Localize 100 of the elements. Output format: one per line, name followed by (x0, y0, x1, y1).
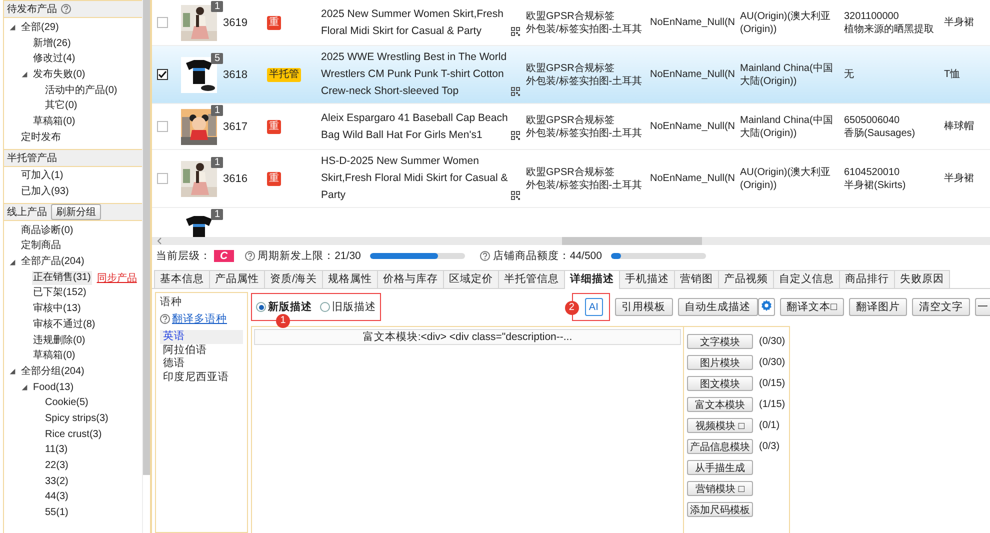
toolbar-button[interactable]: 清空文字 (912, 298, 970, 316)
tree-item[interactable]: Food(13) (32, 380, 75, 395)
tree-item[interactable]: 已下架(152) (32, 286, 88, 300)
tab[interactable]: 商品排行 (838, 270, 895, 288)
help-icon[interactable] (160, 314, 170, 324)
tab[interactable]: 产品视频 (718, 270, 774, 288)
tree-item[interactable]: 已加入(93) (20, 185, 70, 200)
tab[interactable]: 规格属性 (322, 270, 378, 288)
tree-item[interactable]: 22(3) (44, 459, 70, 474)
tab[interactable]: 产品属性 (209, 270, 265, 288)
sync-link[interactable]: 同步产品 (96, 270, 137, 285)
tree-item[interactable]: 商品诊断(0) (20, 224, 74, 238)
expanded-arrow-icon[interactable] (20, 70, 29, 80)
module-button[interactable]: 产品信息模块 (687, 439, 753, 454)
language-item[interactable]: 英语 (160, 330, 243, 344)
language-item[interactable]: 阿拉伯语 (160, 344, 243, 357)
tree-item[interactable]: 发布失败(0) (32, 68, 86, 82)
translate-link[interactable]: 翻译多语种 (172, 312, 227, 326)
scrollbar-thumb[interactable] (143, 0, 150, 475)
module-button[interactable]: 视频模块 □ (687, 418, 753, 433)
english-name-text: NoEnName_Null(N (650, 16, 736, 29)
gpsr-text: 欧盟GPSR合规标签 (526, 114, 616, 126)
help-icon[interactable] (244, 251, 255, 261)
refresh-button[interactable]: 刷新分组 (51, 204, 101, 220)
tree-item[interactable]: 违规删除(0) (32, 334, 86, 348)
tree-item[interactable]: 审核不通过(8) (32, 318, 96, 332)
module-button[interactable]: 图片模块 (687, 355, 753, 370)
tree-item[interactable]: 全部(29) (20, 20, 60, 35)
tree-item[interactable]: 全部产品(204) (20, 255, 86, 270)
tree-item[interactable]: 全部分组(204) (20, 364, 86, 379)
toolbar-button[interactable]: 翻译图片 (849, 298, 907, 316)
module-header[interactable]: 富文本模块:<div> <div class="description--... (254, 329, 681, 345)
tree-item[interactable]: 审核中(13) (32, 302, 82, 316)
module-button[interactable]: 文字模块 (687, 334, 753, 349)
settings-button[interactable] (758, 298, 775, 316)
tree-item[interactable]: 11(3) (44, 443, 69, 458)
tree-item[interactable]: 定时发布 (20, 130, 62, 145)
product-title[interactable]: 2025 WWE Wrestling Best in The World Wrestlers CM Punk Punk T-shirt Cotton Crew-neck Short-sleeved Top (321, 49, 508, 100)
qr-code-icon[interactable] (511, 191, 520, 200)
language-item[interactable]: 德语 (160, 357, 243, 370)
tree-item[interactable]: 其它(0) (44, 99, 78, 114)
tree-item[interactable]: 33(2) (44, 474, 70, 489)
expanded-arrow-icon[interactable] (8, 258, 17, 267)
tree-item[interactable]: 草稿箱(0) (32, 349, 76, 364)
qr-code-icon[interactable] (511, 130, 520, 140)
row-checkbox[interactable] (157, 17, 168, 28)
radio-label[interactable]: 旧版描述 (332, 300, 376, 314)
language-item[interactable]: 印度尼西亚语 (160, 370, 243, 384)
tree-item[interactable]: 正在销售(31) (32, 270, 92, 285)
module-button[interactable]: 图文模块 (687, 376, 753, 391)
expanded-arrow-icon[interactable] (20, 383, 29, 392)
radio-button[interactable] (256, 302, 266, 312)
module-button[interactable]: 富文本模块 (687, 397, 753, 412)
toolbar-button[interactable]: 一 (975, 298, 990, 316)
radio-label[interactable]: 新版描述 (268, 300, 312, 314)
help-icon[interactable] (61, 4, 71, 14)
tab[interactable]: 详细描述 (564, 270, 620, 289)
tab[interactable]: 基本信息 (154, 270, 210, 288)
tab[interactable]: 失败原因 (894, 270, 950, 288)
module-button[interactable]: 从手描生成 (687, 460, 753, 475)
tree-item[interactable]: 定制商品 (20, 239, 62, 254)
toolbar-button[interactable]: 翻译文本□ (780, 298, 844, 316)
product-title[interactable]: HS-D-2025 New Summer Women Skirt,Fresh Floral Midi Skirt for Casual & Party (321, 153, 508, 204)
tab[interactable]: 区域定价 (442, 270, 499, 288)
toolbar-button[interactable]: 自动生成描述 (678, 298, 758, 316)
row-checkbox[interactable] (157, 173, 168, 184)
tab[interactable]: 营销图 (674, 270, 719, 288)
tab[interactable]: 价格与库存 (376, 270, 444, 288)
ai-button[interactable]: AI (584, 298, 603, 316)
tree-item[interactable]: 55(1) (44, 506, 70, 520)
tree-item[interactable]: 活动中的产品(0) (44, 84, 118, 98)
tab[interactable]: 自定义信息 (772, 270, 840, 288)
tab[interactable]: 手机描述 (618, 270, 675, 288)
toolbar-button[interactable]: 引用模板 (614, 298, 673, 316)
tree-item[interactable]: 新增(26) (32, 36, 72, 51)
module-button[interactable]: 添加尺码模板 (687, 502, 753, 517)
scroll-left-icon[interactable] (156, 237, 164, 245)
row-checkbox[interactable] (157, 121, 168, 132)
module-button[interactable]: 营销模块 □ (687, 481, 753, 496)
horizontal-scrollbar[interactable] (152, 237, 990, 245)
tree-item[interactable]: 修改过(4) (32, 52, 76, 66)
qr-code-icon[interactable] (511, 26, 520, 36)
product-tag: 重 (267, 16, 281, 30)
expanded-arrow-icon[interactable] (8, 367, 17, 376)
product-title[interactable]: 2025 New Summer Women Skirt,Fresh Floral Midi Skirt for Casual & Party (321, 6, 508, 40)
row-checkbox[interactable] (157, 69, 168, 80)
tab[interactable]: 资质/海关 (264, 270, 323, 288)
tree-item[interactable]: Rice crust(3) (44, 428, 103, 442)
radio-button[interactable] (320, 302, 330, 312)
tab[interactable]: 半托管信息 (498, 270, 565, 288)
tree-item[interactable]: 草稿箱(0) (32, 114, 76, 129)
tree-item[interactable]: 可加入(1) (20, 169, 64, 184)
tree-item[interactable]: Cookie(5) (44, 396, 90, 410)
qr-code-icon[interactable] (511, 87, 520, 96)
section-title: 待发布产品 (7, 2, 57, 16)
expanded-arrow-icon[interactable] (8, 23, 17, 32)
tree-item[interactable]: 44(3) (44, 490, 70, 504)
product-title[interactable]: Aleix Espargaro 41 Baseball Cap Beach Bag Wild Ball Hat For Girls Men's1 (321, 110, 508, 144)
tree-item[interactable]: Spicy strips(3) (44, 412, 110, 426)
help-icon[interactable] (480, 251, 490, 261)
